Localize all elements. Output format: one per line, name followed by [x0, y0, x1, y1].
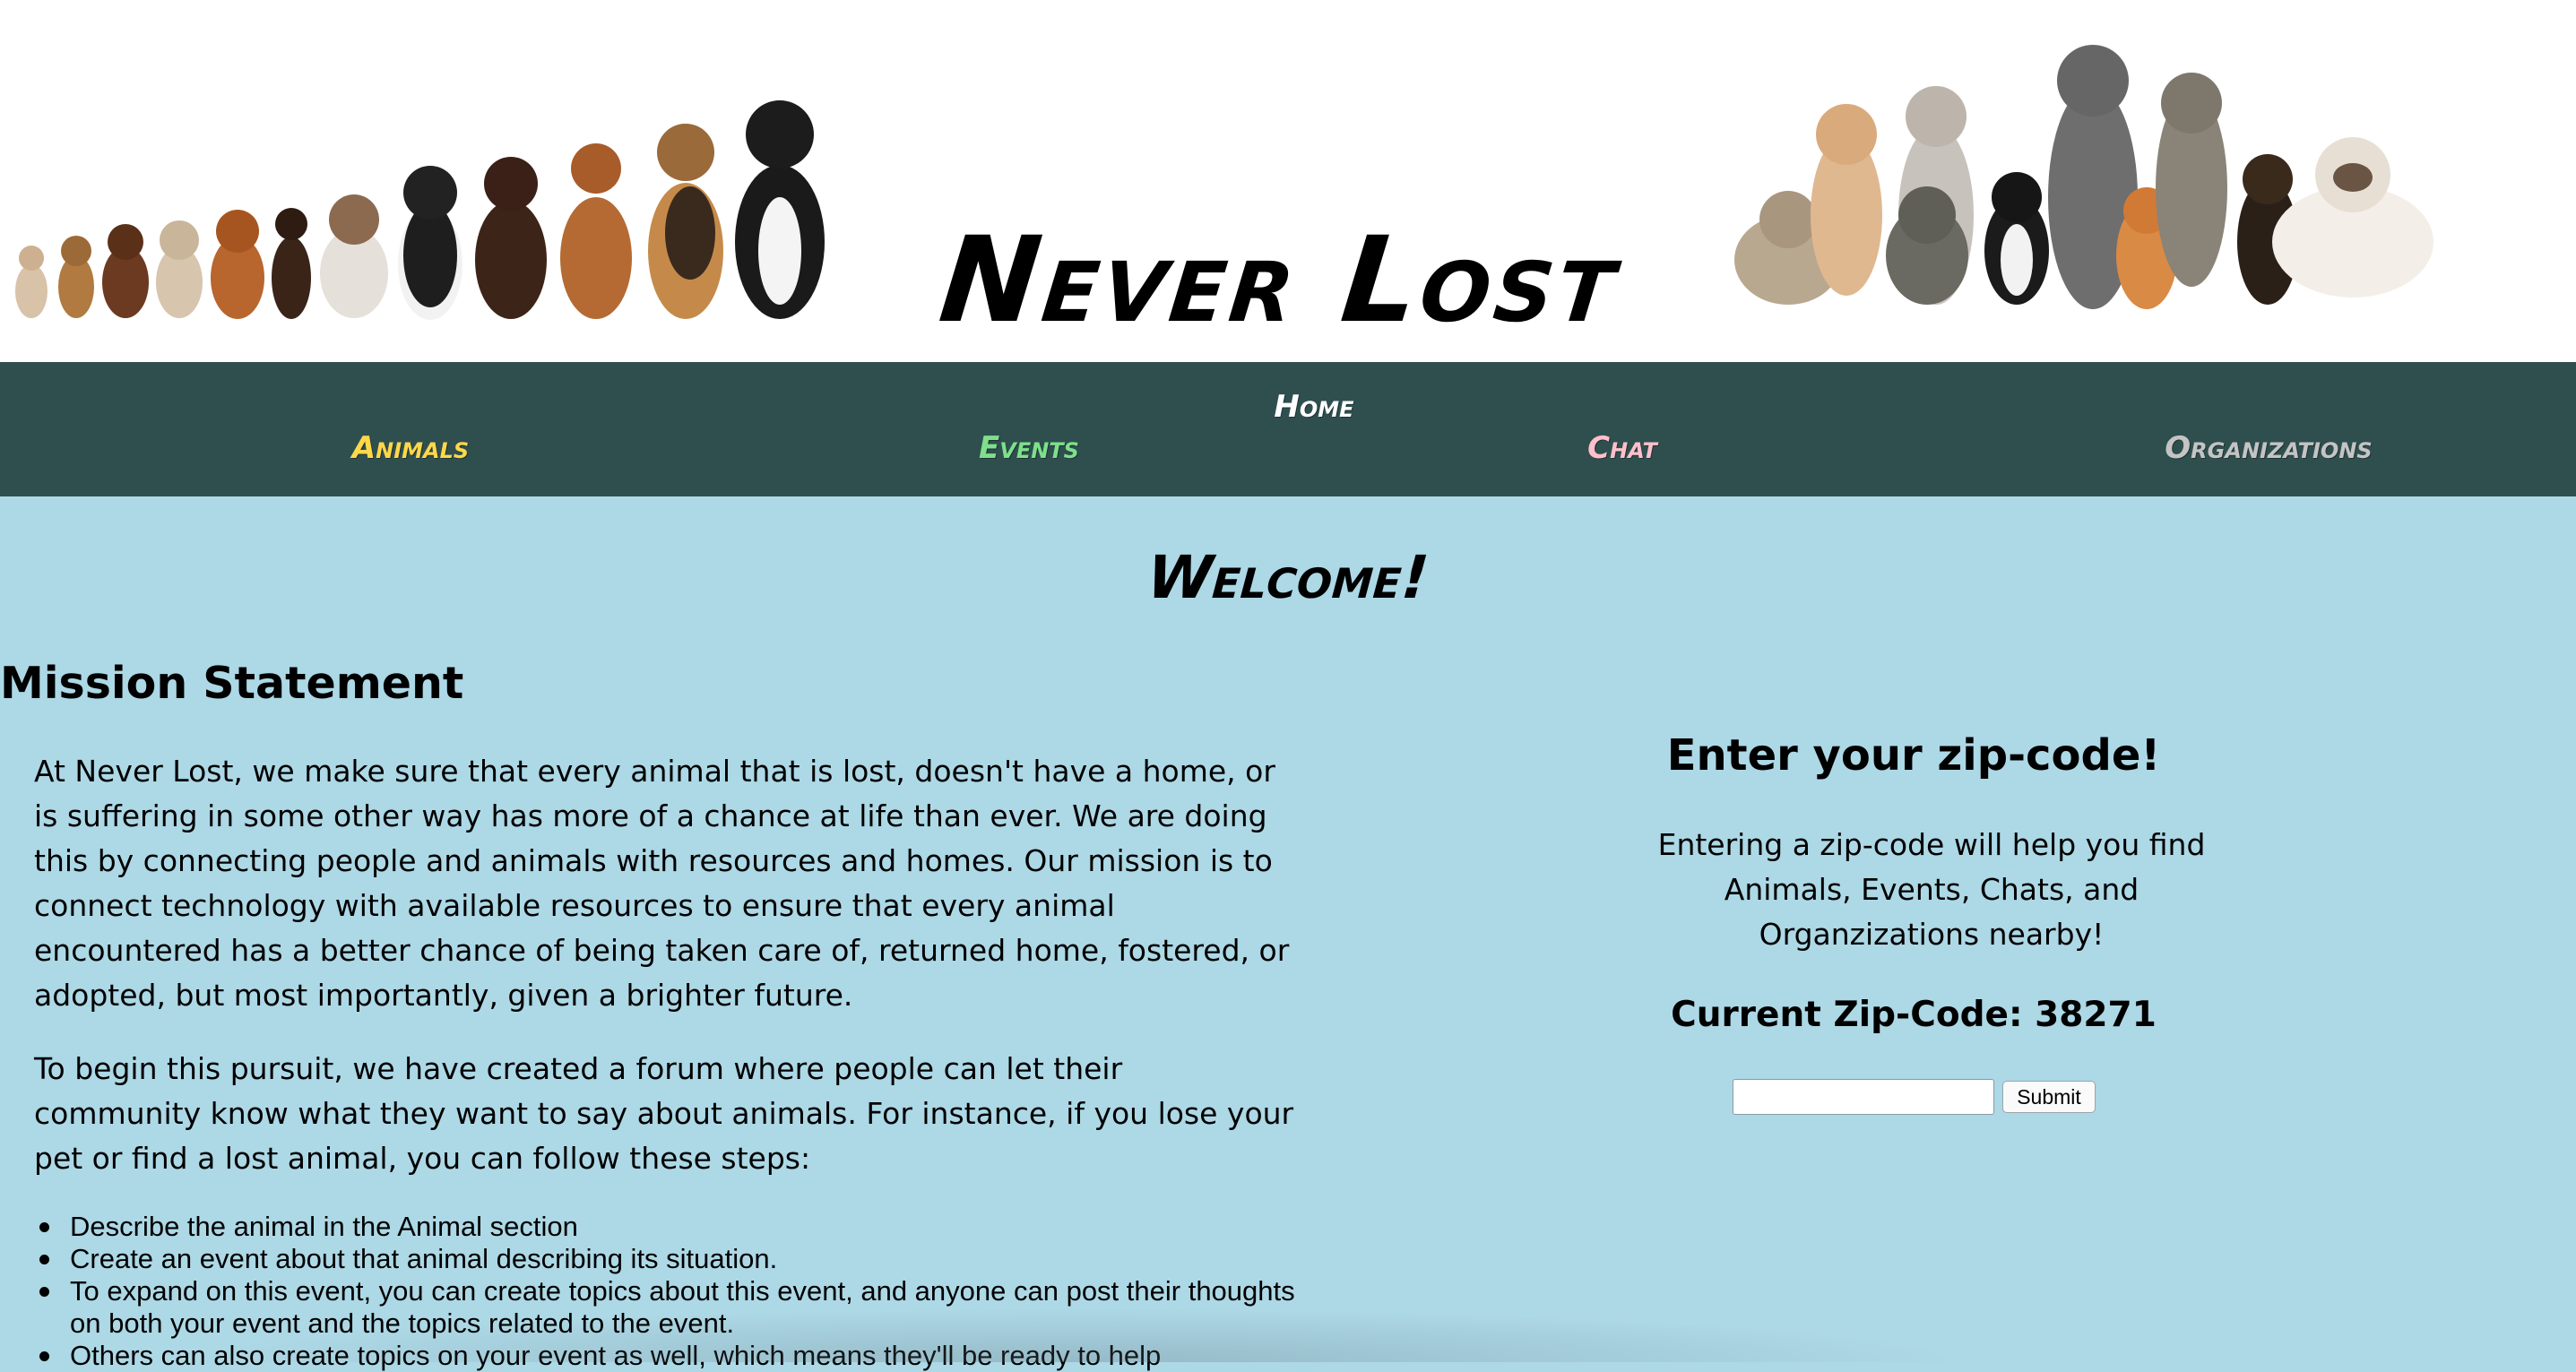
nav-organizations-link[interactable]: Organizations: [2165, 430, 2372, 466]
zip-code-input[interactable]: [1733, 1079, 1994, 1115]
nav-home-link[interactable]: Home: [1274, 389, 1353, 425]
list-item: To expand on this event, you can create …: [39, 1275, 1298, 1340]
mission-paragraph-1: At Never Lost, we make sure that every a…: [34, 754, 1290, 1013]
list-item: Create an event about that animal descri…: [39, 1243, 1298, 1275]
nav-chat-link[interactable]: Chat: [1587, 430, 1657, 466]
dogs-banner-image: [15, 100, 825, 320]
header-banner: Never Lost: [0, 0, 2576, 362]
zip-code-heading: Enter your zip-code!: [1666, 730, 2161, 781]
site-title: Never Lost: [933, 211, 1626, 349]
mission-paragraph-2: To begin this pursuit, we have created a…: [34, 1051, 1294, 1176]
current-zip-code: Current Zip-Code: 38271: [1671, 995, 2157, 1035]
submit-button[interactable]: Submit: [2002, 1081, 2096, 1113]
list-item: Describe the animal in the Animal sectio…: [39, 1211, 1298, 1243]
zip-code-help-text: Entering a zip-code will help you find A…: [1657, 827, 2206, 952]
cats-banner-image: [1734, 45, 2433, 309]
list-item: Others can also create topics on your ev…: [39, 1340, 1298, 1372]
main-nav: Home Animals Events Chat Organizations: [0, 362, 2576, 496]
welcome-heading: Welcome!: [1145, 543, 1431, 612]
nav-events-link[interactable]: Events: [979, 430, 1079, 466]
nav-animals-link[interactable]: Animals: [352, 430, 469, 466]
steps-list: Describe the animal in the Animal sectio…: [39, 1211, 1298, 1372]
mission-statement-heading: Mission Statement: [0, 658, 464, 709]
